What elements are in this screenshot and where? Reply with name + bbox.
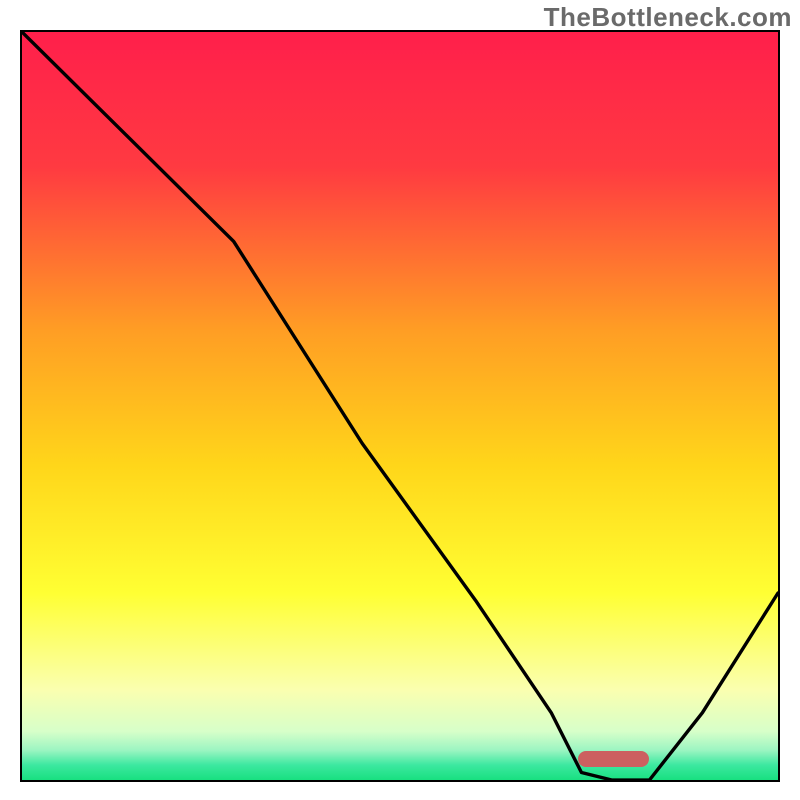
optimal-range-marker	[578, 751, 650, 767]
plot-area	[20, 30, 780, 782]
bottleneck-curve	[22, 32, 778, 780]
watermark-text: TheBottleneck.com	[544, 2, 792, 33]
curve-layer	[22, 32, 778, 780]
bottleneck-chart: TheBottleneck.com	[0, 0, 800, 800]
